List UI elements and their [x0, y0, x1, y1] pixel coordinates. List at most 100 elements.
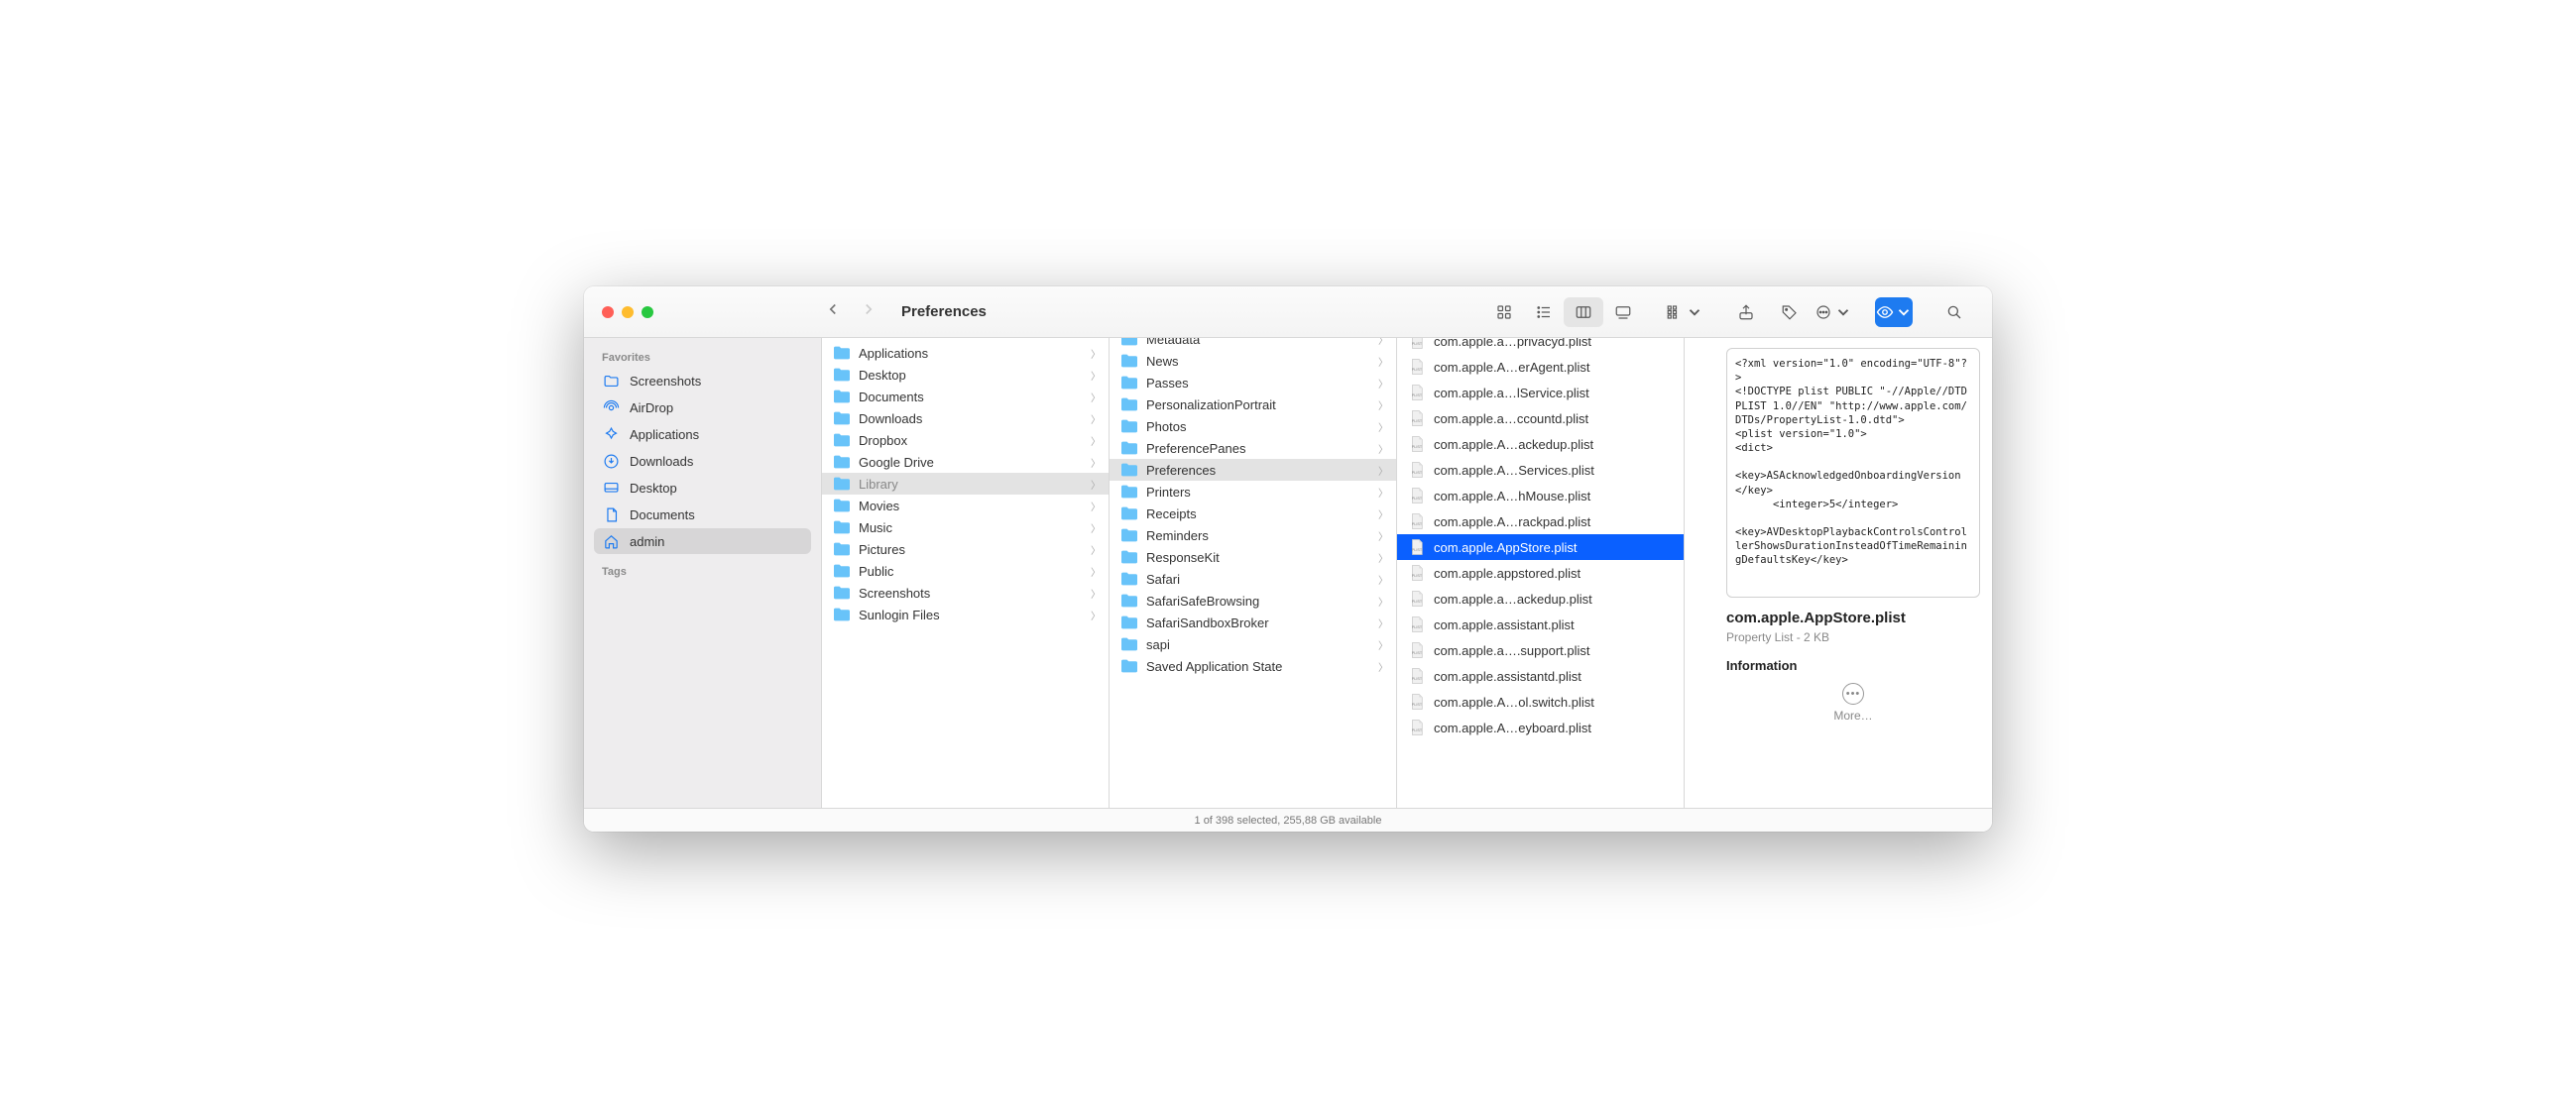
folder-item[interactable]: Saved Application State〉	[1110, 655, 1396, 677]
file-item[interactable]: PLISTcom.apple.AppStore.plist	[1397, 534, 1684, 560]
column-list[interactable]: PLISTcom.apple.a…privacyd.plistPLISTcom.…	[1397, 338, 1684, 808]
folder-item[interactable]: Screenshots〉	[822, 582, 1109, 604]
folder-item[interactable]: Dropbox〉	[822, 429, 1109, 451]
preview-more-button[interactable]: ••• More…	[1726, 683, 1980, 723]
gallery-view-button[interactable]	[1603, 297, 1643, 327]
item-label: Passes	[1146, 376, 1371, 391]
svg-text:PLIST: PLIST	[1412, 728, 1423, 732]
folder-item[interactable]: Google Drive 〉	[822, 451, 1109, 473]
folder-item[interactable]: Movies〉	[822, 495, 1109, 516]
file-item[interactable]: PLISTcom.apple.A…ackedup.plist	[1397, 431, 1684, 457]
forward-button[interactable]	[860, 300, 878, 323]
sidebar-item-desktop[interactable]: Desktop	[594, 475, 811, 501]
preview-information-header: Information	[1726, 658, 1980, 673]
folder-item[interactable]: Reminders〉	[1110, 524, 1396, 546]
item-label: com.apple.A…rackpad.plist	[1434, 514, 1676, 529]
folder-item[interactable]: sapi〉	[1110, 633, 1396, 655]
back-button[interactable]	[824, 300, 842, 323]
sidebar-item-documents[interactable]: Documents	[594, 502, 811, 527]
folder-item[interactable]: Receipts〉	[1110, 503, 1396, 524]
item-label: Google Drive	[859, 455, 1084, 470]
item-label: com.apple.A…Services.plist	[1434, 463, 1676, 478]
sidebar-item-label: Documents	[630, 507, 695, 522]
svg-text:PLIST: PLIST	[1412, 677, 1423, 681]
sidebar-item-admin[interactable]: admin	[594, 528, 811, 554]
column-view-button[interactable]	[1564, 297, 1603, 327]
sidebar-item-airdrop[interactable]: AirDrop	[594, 394, 811, 420]
folder-item[interactable]: Documents 〉	[822, 386, 1109, 407]
chevron-right-icon: 〉	[1091, 368, 1101, 383]
folder-item[interactable]: Pictures〉	[822, 538, 1109, 560]
item-label: com.apple.a…privacyd.plist	[1434, 338, 1676, 349]
group-by-button[interactable]	[1665, 297, 1704, 327]
sidebar-item-label: Desktop	[630, 481, 677, 496]
file-item[interactable]: PLISTcom.apple.A…eyboard.plist	[1397, 715, 1684, 740]
folder-item[interactable]: Desktop〉	[822, 364, 1109, 386]
icon-view-button[interactable]	[1484, 297, 1524, 327]
folder-item[interactable]: Photos〉	[1110, 415, 1396, 437]
sidebar-item-downloads[interactable]: Downloads	[594, 448, 811, 474]
quicklook-button[interactable]	[1875, 297, 1913, 327]
folder-item[interactable]: Passes〉	[1110, 372, 1396, 393]
file-item[interactable]: PLISTcom.apple.A…ol.switch.plist	[1397, 689, 1684, 715]
item-label: Library	[859, 477, 1084, 492]
file-item[interactable]: PLISTcom.apple.a….support.plist	[1397, 637, 1684, 663]
list-view-button[interactable]	[1524, 297, 1564, 327]
folder-item[interactable]: Metadata〉	[1110, 338, 1396, 350]
chevron-right-icon: 〉	[1091, 390, 1101, 404]
folder-item[interactable]: SafariSandboxBroker〉	[1110, 612, 1396, 633]
folder-item[interactable]: SafariSafeBrowsing〉	[1110, 590, 1396, 612]
item-label: Photos	[1146, 419, 1371, 434]
file-item[interactable]: PLISTcom.apple.a…ccountd.plist	[1397, 405, 1684, 431]
file-item[interactable]: PLISTcom.apple.appstored.plist	[1397, 560, 1684, 586]
sidebar-item-screenshots[interactable]: Screenshots	[594, 368, 811, 393]
sidebar-item-applications[interactable]: Applications	[594, 421, 811, 447]
folder-item[interactable]: Safari〉	[1110, 568, 1396, 590]
file-item[interactable]: PLISTcom.apple.a…privacyd.plist	[1397, 338, 1684, 354]
view-switcher	[1484, 297, 1643, 327]
file-item[interactable]: PLISTcom.apple.assistant.plist	[1397, 612, 1684, 637]
folder-item[interactable]: PersonalizationPortrait〉	[1110, 393, 1396, 415]
chevron-right-icon: 〉	[1378, 463, 1388, 478]
item-label: Downloads	[859, 411, 1084, 426]
search-button[interactable]	[1934, 297, 1974, 327]
chevron-right-icon: 〉	[1378, 397, 1388, 412]
folder-item[interactable]: ResponseKit〉	[1110, 546, 1396, 568]
file-item[interactable]: PLISTcom.apple.A…Services.plist	[1397, 457, 1684, 483]
folder-item[interactable]: PreferencePanes〉	[1110, 437, 1396, 459]
close-button[interactable]	[602, 306, 614, 318]
actions-button[interactable]	[1814, 297, 1853, 327]
item-label: Documents	[859, 390, 1084, 404]
minimize-button[interactable]	[622, 306, 634, 318]
folder-item[interactable]: News〉	[1110, 350, 1396, 372]
file-item[interactable]: PLISTcom.apple.A…rackpad.plist	[1397, 508, 1684, 534]
column-list[interactable]: Applications〉Desktop〉 Documents 〉 Downloads…	[822, 338, 1109, 808]
file-item[interactable]: PLISTcom.apple.A…erAgent.plist	[1397, 354, 1684, 380]
folder-item[interactable]: Sunlogin Files〉	[822, 604, 1109, 625]
sidebar-item-label: Applications	[630, 427, 699, 442]
chevron-right-icon: 〉	[1091, 608, 1101, 622]
folder-item[interactable]: Music〉	[822, 516, 1109, 538]
tags-button[interactable]	[1770, 297, 1810, 327]
folder-item[interactable]: Downloads〉	[822, 407, 1109, 429]
folder-item[interactable]: Applications〉	[822, 342, 1109, 364]
zoom-button[interactable]	[642, 306, 653, 318]
preview-subtitle: Property List - 2 KB	[1726, 630, 1980, 644]
chevron-right-icon: 〉	[1091, 477, 1101, 492]
item-label: ResponseKit	[1146, 550, 1371, 565]
share-button[interactable]	[1726, 297, 1766, 327]
file-item[interactable]: PLISTcom.apple.a…ackedup.plist	[1397, 586, 1684, 612]
item-label: com.apple.a…lService.plist	[1434, 386, 1676, 400]
folder-item[interactable]: Public〉	[822, 560, 1109, 582]
chevron-right-icon: 〉	[1378, 572, 1388, 587]
folder-item[interactable]: Preferences〉	[1110, 459, 1396, 481]
chevron-right-icon: 〉	[1091, 455, 1101, 470]
folder-item[interactable]: Printers〉	[1110, 481, 1396, 503]
file-item[interactable]: PLISTcom.apple.assistantd.plist	[1397, 663, 1684, 689]
file-item[interactable]: PLISTcom.apple.a…lService.plist	[1397, 380, 1684, 405]
file-item[interactable]: PLISTcom.apple.A…hMouse.plist	[1397, 483, 1684, 508]
airdrop-icon	[602, 398, 620, 416]
folder-item[interactable]: Library 〉	[822, 473, 1109, 495]
column-list[interactable]: Metadata〉News〉Passes〉PersonalizationPort…	[1110, 338, 1396, 808]
chevron-right-icon: 〉	[1378, 485, 1388, 500]
